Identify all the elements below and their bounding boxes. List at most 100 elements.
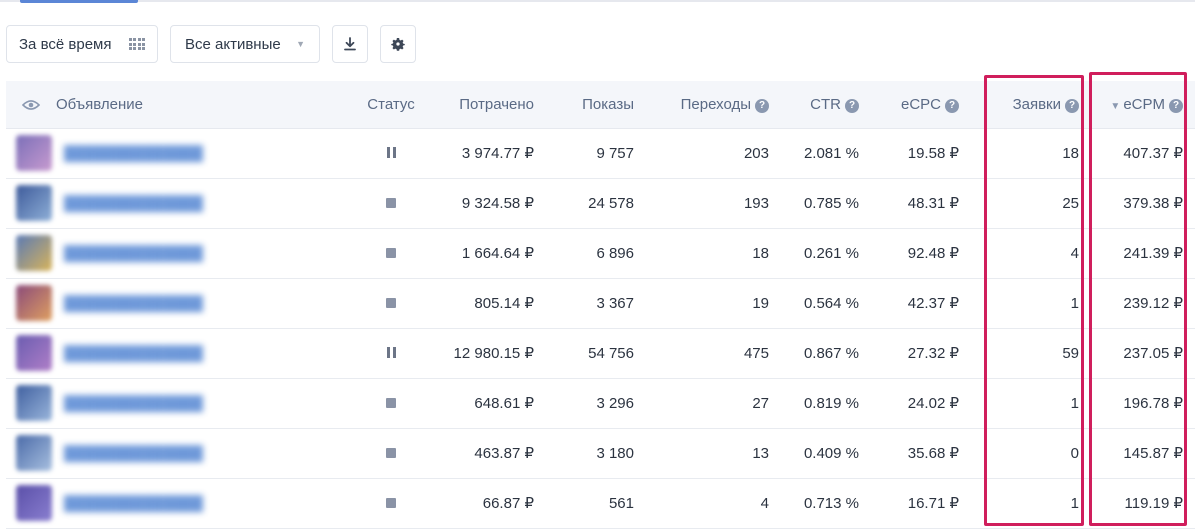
ecpm-cell: 237.05 ₽ <box>1091 328 1195 379</box>
ad-name-link[interactable]: ██████████████ <box>64 295 203 311</box>
leads-cell: 4 <box>971 228 1091 279</box>
thumb-cell: ██████████████ <box>6 328 346 379</box>
ad-thumbnail[interactable] <box>16 335 52 371</box>
impressions-cell: 3 180 <box>546 428 646 479</box>
table-row[interactable]: ██████████████ 463.87 ₽3 180 13 0.409 % 35.6… <box>6 428 1195 479</box>
question-icon[interactable]: ? <box>845 98 859 113</box>
ad-thumbnail[interactable] <box>16 135 52 171</box>
ad-name-link[interactable]: ██████████████ <box>64 195 203 211</box>
ecpc-cell: 92.48 ₽ <box>871 228 971 279</box>
ctr-cell: 0.819 % <box>781 378 871 429</box>
ad-name-link[interactable]: ██████████████ <box>64 245 203 261</box>
ad-name-link[interactable]: ██████████████ <box>64 395 203 411</box>
spent-cell: 648.61 ₽ <box>436 378 546 429</box>
ad-name-link[interactable]: ██████████████ <box>64 445 203 461</box>
spent-cell: 66.87 ₽ <box>436 478 546 529</box>
clicks-cell: 4 <box>646 478 781 529</box>
ecpc-cell: 48.31 ₽ <box>871 178 971 229</box>
ad-name-link[interactable]: ██████████████ <box>64 345 203 361</box>
column-header-impressions[interactable]: Показы <box>546 81 646 129</box>
pause-icon[interactable] <box>386 146 396 158</box>
column-visibility[interactable] <box>6 81 56 129</box>
stop-icon[interactable] <box>386 497 396 508</box>
period-label: За всё время <box>19 35 112 53</box>
question-icon[interactable]: ? <box>1065 98 1079 113</box>
table-row[interactable]: ██████████████ 12 980.15 ₽54 756 475 0.867 … <box>6 328 1195 379</box>
ecpc-cell: 27.32 ₽ <box>871 328 971 379</box>
table-row[interactable]: ██████████████ 3 974.77 ₽9 757 203 2.081 % 1… <box>6 128 1195 179</box>
ctr-cell: 0.261 % <box>781 228 871 279</box>
table-row[interactable]: ██████████████ 805.14 ₽3 367 19 0.564 % 42.3… <box>6 278 1195 329</box>
thumb-cell: ██████████████ <box>6 128 346 179</box>
ad-thumbnail[interactable] <box>16 185 52 221</box>
stop-icon[interactable] <box>386 447 396 458</box>
ecpm-cell: 239.12 ₽ <box>1091 278 1195 329</box>
ecpm-cell: 119.19 ₽ <box>1091 478 1195 529</box>
clicks-cell: 475 <box>646 328 781 379</box>
column-header-status[interactable]: Статус <box>346 81 436 129</box>
table-row[interactable]: ██████████████ 9 324.58 ₽24 578 193 0.785 %… <box>6 178 1195 229</box>
status-filter-dropdown[interactable]: Все активные ▼ <box>170 25 320 63</box>
status-cell <box>346 328 436 379</box>
table-row[interactable]: ██████████████ 1 664.64 ₽6 896 18 0.261 % 92… <box>6 228 1195 279</box>
thumb-cell: ██████████████ <box>6 178 346 229</box>
ecpc-cell: 35.68 ₽ <box>871 428 971 479</box>
period-select-button[interactable]: За всё время <box>6 25 158 63</box>
status-cell <box>346 128 436 179</box>
column-header-leads[interactable]: Заявки? <box>971 81 1091 129</box>
ecpc-cell: 19.58 ₽ <box>871 128 971 179</box>
stop-icon[interactable] <box>386 297 396 308</box>
ad-thumbnail[interactable] <box>16 385 52 421</box>
download-button[interactable] <box>332 25 368 63</box>
download-icon <box>344 37 356 51</box>
impressions-cell: 6 896 <box>546 228 646 279</box>
ad-name-link[interactable]: ██████████████ <box>64 145 203 161</box>
spent-cell: 12 980.15 ₽ <box>436 328 546 379</box>
column-header-ctr[interactable]: CTR? <box>781 81 871 129</box>
ad-thumbnail[interactable] <box>16 435 52 471</box>
stop-icon[interactable] <box>386 247 396 258</box>
ctr-cell: 0.564 % <box>781 278 871 329</box>
ctr-cell: 0.713 % <box>781 478 871 529</box>
table-row[interactable]: ██████████████ 66.87 ₽561 4 0.713 % 16.71 ₽1… <box>6 478 1195 529</box>
stop-icon[interactable] <box>386 197 396 208</box>
ad-thumbnail[interactable] <box>16 285 52 321</box>
stop-icon[interactable] <box>386 397 396 408</box>
status-cell <box>346 478 436 529</box>
spent-cell: 463.87 ₽ <box>436 428 546 479</box>
clicks-cell: 203 <box>646 128 781 179</box>
column-header-ad[interactable]: Объявление <box>56 81 346 129</box>
question-icon[interactable]: ? <box>755 98 769 113</box>
ecpc-cell: 42.37 ₽ <box>871 278 971 329</box>
thumb-cell: ██████████████ <box>6 278 346 329</box>
question-icon[interactable]: ? <box>1169 98 1183 113</box>
ad-thumbnail[interactable] <box>16 235 52 271</box>
thumb-cell: ██████████████ <box>6 228 346 279</box>
leads-cell: 1 <box>971 278 1091 329</box>
clicks-cell: 18 <box>646 228 781 279</box>
status-filter-label: Все активные <box>185 35 281 53</box>
ecpm-cell: 407.37 ₽ <box>1091 128 1195 179</box>
clicks-cell: 13 <box>646 428 781 479</box>
eye-icon <box>22 99 40 110</box>
impressions-cell: 24 578 <box>546 178 646 229</box>
settings-button[interactable] <box>380 25 416 63</box>
leads-cell: 25 <box>971 178 1091 229</box>
table-row[interactable]: ██████████████ 648.61 ₽3 296 27 0.819 % 24.0… <box>6 378 1195 429</box>
leads-cell: 59 <box>971 328 1091 379</box>
leads-cell: 1 <box>971 378 1091 429</box>
impressions-cell: 54 756 <box>546 328 646 379</box>
pause-icon[interactable] <box>386 346 396 358</box>
column-header-clicks[interactable]: Переходы? <box>646 81 781 129</box>
column-header-ecpm[interactable]: ▼ eCPM? <box>1091 81 1195 129</box>
ad-name-link[interactable]: ██████████████ <box>64 495 203 511</box>
spent-cell: 3 974.77 ₽ <box>436 128 546 179</box>
impressions-cell: 561 <box>546 478 646 529</box>
spent-cell: 805.14 ₽ <box>436 278 546 329</box>
toolbar: За всё время Все активные ▼ <box>6 25 416 63</box>
status-cell <box>346 278 436 329</box>
ad-thumbnail[interactable] <box>16 485 52 521</box>
column-header-ecpc[interactable]: eCPC? <box>871 81 971 129</box>
column-header-spent[interactable]: Потрачено <box>436 81 546 129</box>
question-icon[interactable]: ? <box>945 98 959 113</box>
